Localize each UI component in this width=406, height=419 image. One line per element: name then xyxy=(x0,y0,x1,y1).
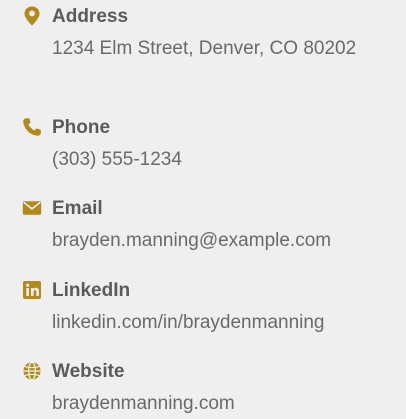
email-value[interactable]: brayden.manning@example.com xyxy=(52,226,382,255)
website-label: Website xyxy=(52,361,125,382)
phone-label: Phone xyxy=(52,117,111,138)
map-marker-icon xyxy=(22,6,42,26)
linkedin-icon xyxy=(22,280,42,300)
phone-value[interactable]: (303) 555-1234 xyxy=(52,145,382,174)
phone-icon xyxy=(22,117,42,137)
envelope-icon xyxy=(22,198,42,218)
linkedin-value[interactable]: linkedin.com/in/braydenmanning xyxy=(52,308,382,337)
website-value[interactable]: braydenmanning.com xyxy=(52,389,382,418)
address-value: 1234 Elm Street, Denver, CO 80202 xyxy=(52,38,357,59)
address-label: Address xyxy=(52,6,129,27)
globe-icon xyxy=(22,361,42,381)
email-label: Email xyxy=(52,198,103,219)
linkedin-label: LinkedIn xyxy=(52,280,131,301)
